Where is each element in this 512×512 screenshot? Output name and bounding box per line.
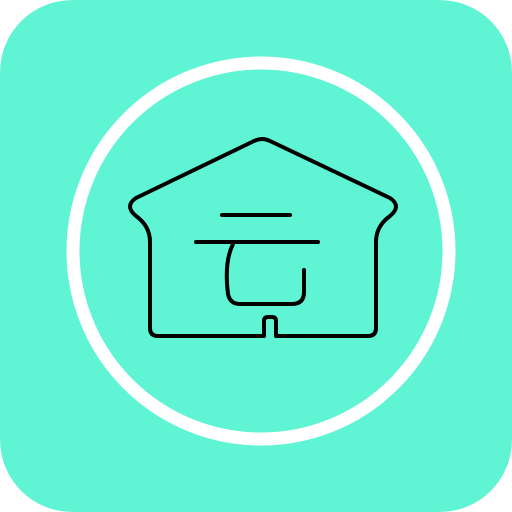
app-icon[interactable] xyxy=(0,0,512,512)
app-icon-graphic xyxy=(0,0,512,512)
